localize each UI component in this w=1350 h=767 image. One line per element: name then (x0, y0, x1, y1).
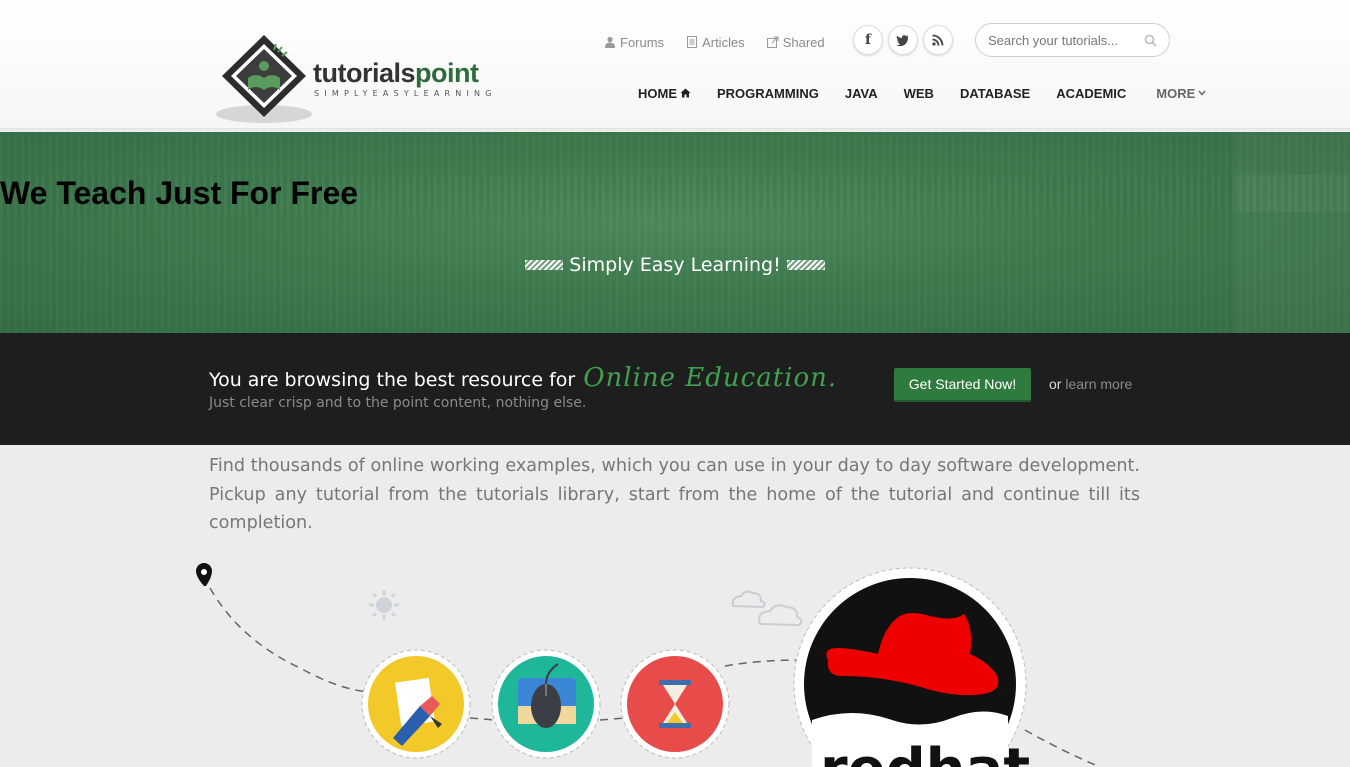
user-icon (605, 36, 615, 48)
shared-link[interactable]: Shared (766, 33, 825, 51)
promo-subtext: Just clear crisp and to the point conten… (209, 395, 587, 411)
external-link-icon (766, 36, 779, 48)
nav-more-label: MORE (1156, 85, 1196, 101)
top-links: Forums Articles Shared (604, 33, 825, 51)
search-icon[interactable] (1144, 34, 1157, 47)
nav-home[interactable]: HOME (638, 85, 691, 101)
nav-home-label: HOME (638, 85, 677, 101)
nav-java-label: JAVA (844, 85, 878, 101)
articles-link[interactable]: Articles (686, 33, 745, 51)
nav-java[interactable]: JAVA (845, 85, 878, 101)
facebook-icon[interactable]: f (853, 25, 883, 55)
articles-label: Articles (702, 34, 745, 50)
logo-wordmark: tutorialspoint (313, 58, 479, 88)
hero-subtitle-row: Simply Easy Learning! (0, 254, 1350, 276)
promo-lead: You are browsing the best resource for (209, 369, 576, 391)
stripe-decoration-right (786, 260, 825, 270)
logo-diamond-icon (216, 35, 312, 123)
redhat-wordmark: redhat (820, 737, 1030, 767)
site-logo[interactable]: tutorialspoint SIMPLYEASYLEARNING (216, 32, 536, 126)
forums-link[interactable]: Forums (604, 33, 664, 51)
learn-more-row: or learn more (1049, 376, 1132, 392)
sun-icon (369, 590, 399, 620)
nav-database-label: DATABASE (959, 85, 1031, 101)
design-pen-icon (361, 649, 471, 759)
intro-paragraph: Find thousands of online working example… (209, 456, 1140, 533)
nav-programming-label: PROGRAMMING (717, 85, 819, 101)
chevron-down-icon (1198, 90, 1206, 96)
mouse-icon (491, 649, 601, 759)
document-icon (687, 36, 698, 48)
search-box (975, 23, 1170, 57)
location-pin-icon (196, 563, 212, 586)
hero-banner (0, 132, 1350, 333)
hero-subtitle: Simply Easy Learning! (569, 254, 781, 276)
stripe-decoration-left (525, 260, 564, 270)
promo-headline: You are browsing the best resource for O… (209, 363, 837, 393)
hourglass-icon (620, 649, 730, 759)
redhat-logo: redhat (793, 567, 1030, 767)
logo-tagline: SIMPLYEASYLEARNING (314, 89, 497, 98)
nav-academic-label: ACADEMIC (1056, 85, 1127, 101)
nav-more[interactable]: MORE (1156, 85, 1206, 101)
learning-path-illustration: redhat (0, 540, 1350, 767)
promo-highlight: Online Education. (583, 363, 838, 393)
twitter-icon[interactable] (888, 25, 918, 55)
nav-programming[interactable]: PROGRAMMING (717, 85, 819, 101)
search-input[interactable] (988, 32, 1138, 48)
site-header: tutorialspoint SIMPLYEASYLEARNING Forums… (0, 0, 1350, 129)
learn-more-link[interactable]: learn more (1065, 376, 1132, 392)
social-links: f (853, 25, 953, 55)
home-icon (680, 88, 691, 98)
nav-database[interactable]: DATABASE (960, 85, 1030, 101)
rss-icon[interactable] (923, 25, 953, 55)
cloud-icon (731, 590, 803, 627)
or-text: or (1049, 376, 1062, 392)
get-started-button[interactable]: Get Started Now! (894, 368, 1031, 402)
shared-label: Shared (782, 34, 825, 50)
main-nav: HOME PROGRAMMING JAVA WEB DATABASE ACADE… (638, 85, 1206, 101)
hero-title: We Teach Just For Free (0, 175, 1350, 212)
nav-web-label: WEB (903, 85, 934, 101)
forums-label: Forums (620, 34, 665, 50)
nav-academic[interactable]: ACADEMIC (1056, 85, 1126, 101)
nav-web[interactable]: WEB (904, 85, 934, 101)
